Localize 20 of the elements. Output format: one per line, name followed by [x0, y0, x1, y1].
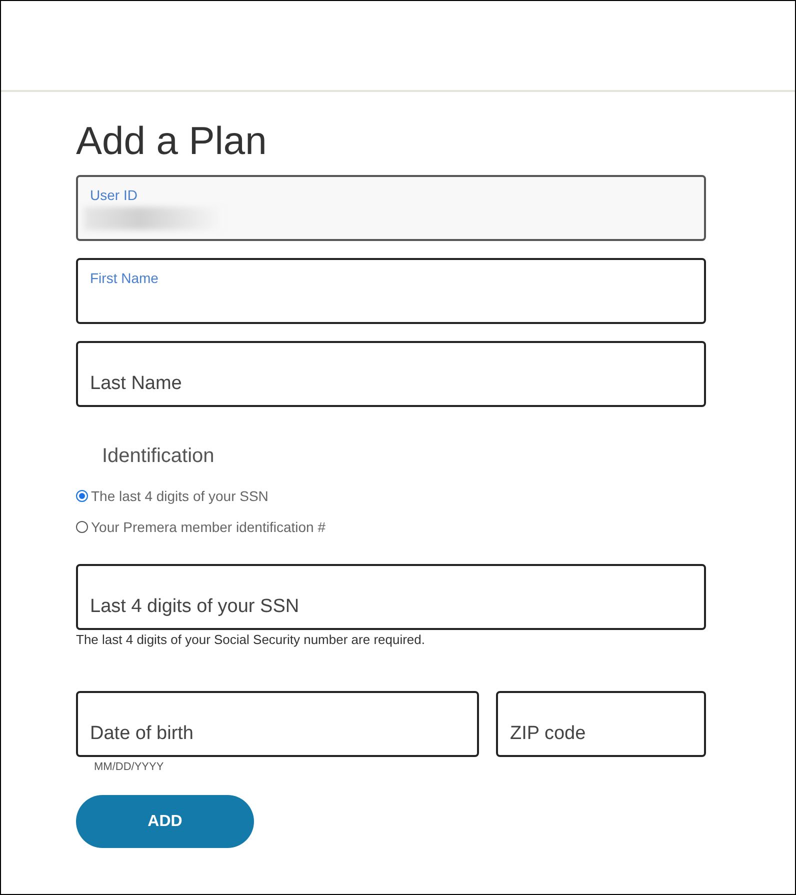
add-button[interactable]: ADD [76, 795, 254, 848]
format-hint: MM/DD/YYYY [94, 761, 165, 773]
field-label: Last Name [90, 372, 183, 396]
helper-text: The last 4 digits of your Social Security number are required. [76, 632, 426, 647]
field-label: Date of birth [90, 722, 194, 746]
input-field[interactable]: ZIP code [496, 691, 706, 757]
section-heading: Identification [102, 445, 216, 468]
field-label: First Name [90, 269, 160, 287]
option-label: The last 4 digits of your SSN [91, 488, 268, 504]
input-field[interactable]: First Name [76, 258, 706, 324]
page-title: Add a Plan [76, 119, 268, 165]
radio-button[interactable] [76, 490, 88, 502]
input-field[interactable]: Date of birth [76, 691, 479, 757]
radio-button[interactable] [76, 520, 88, 532]
option-label: Your Premera member identification # [91, 518, 326, 534]
input-field[interactable]: Last 4 digits of your SSN [76, 564, 706, 630]
input-field[interactable]: Last Name [76, 341, 706, 407]
field-label: User ID [90, 186, 138, 204]
field-label: ZIP code [510, 722, 587, 746]
field-label: Last 4 digits of your SSN [90, 595, 300, 619]
